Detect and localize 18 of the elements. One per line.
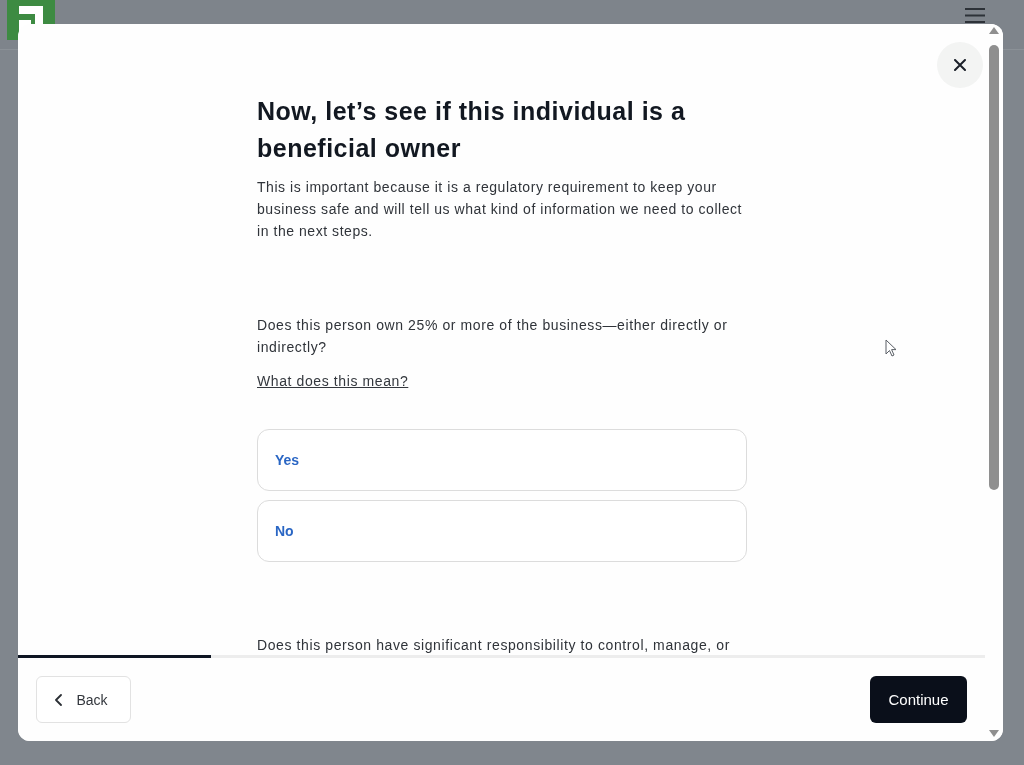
help-link[interactable]: What does this mean?: [257, 370, 409, 392]
intro-text: This is important because it is a regulatory requirement to keep your business safe and will tell us what kind of information we need to collect in the next steps.: [257, 178, 744, 241]
answer-option[interactable]: Yes: [257, 429, 747, 491]
scroll-down-icon[interactable]: [989, 730, 999, 737]
chevron-left-icon: [55, 693, 63, 706]
dialog-heading: Now, let’s see if this individual is a beneficial owner: [257, 96, 687, 164]
back-label: Back: [76, 691, 108, 708]
scroll-thumb[interactable]: [989, 45, 999, 490]
back-button[interactable]: Back: [36, 676, 131, 723]
question-text: Does this person own 25% or more of the business—either directly or indirectly?: [257, 316, 729, 357]
continue-button[interactable]: Continue: [870, 676, 967, 723]
menu-icon[interactable]: [965, 8, 985, 23]
answer-option[interactable]: No: [257, 500, 747, 562]
cursor-icon: [885, 339, 897, 357]
question-text: Does this person have significant responsibility to control, manage, or: [257, 636, 731, 655]
close-icon: [954, 59, 966, 71]
scroll-up-icon[interactable]: [989, 27, 999, 34]
close-button[interactable]: [937, 42, 983, 88]
